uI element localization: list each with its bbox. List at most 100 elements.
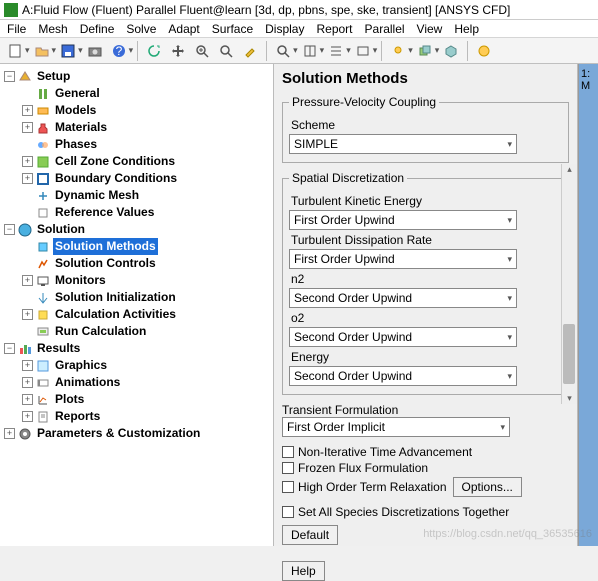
expand-icon[interactable]: + [22,377,33,388]
tree-calcact[interactable]: Calculation Activities [53,306,178,323]
views-button[interactable] [299,40,321,62]
expand-icon[interactable]: + [22,156,33,167]
expand-icon[interactable]: + [22,275,33,286]
tree-plots[interactable]: Plots [53,391,86,408]
tree-refvals[interactable]: Reference Values [53,204,156,221]
chevron-down-icon: ▾ [507,332,512,343]
help-button[interactable]: Help [282,561,325,581]
options-button[interactable]: Options... [453,477,522,497]
tree-graphics[interactable]: Graphics [53,357,109,374]
sd-dropdown-4[interactable]: Second Order Upwind▾ [289,366,517,386]
tree-boundary[interactable]: Boundary Conditions [53,170,179,187]
chevron-down-icon[interactable]: ▾ [320,45,325,56]
default-button[interactable]: Default [282,525,338,545]
outline-tree[interactable]: − Setup General + Models + Materials Phases… [0,64,274,546]
menu-surface[interactable]: Surface [207,20,258,38]
menu-view[interactable]: View [412,20,448,38]
chevron-down-icon[interactable]: ▾ [373,45,378,56]
chevron-down-icon[interactable]: ▾ [52,45,57,56]
scroll-down-icon[interactable]: ▾ [567,393,572,404]
scrollbar-thumb[interactable] [563,324,575,384]
chevron-down-icon[interactable]: ▾ [293,45,298,56]
tree-results[interactable]: Results [35,340,82,357]
expand-icon[interactable]: + [22,411,33,422]
tree-monitors[interactable]: Monitors [53,272,108,289]
tree-reports[interactable]: Reports [53,408,102,425]
graphics-side-tab[interactable]: 1: M [578,64,598,546]
vertical-scrollbar[interactable]: ▴ ▾ [561,164,577,404]
menu-mesh[interactable]: Mesh [33,20,72,38]
menu-solve[interactable]: Solve [121,20,161,38]
sd-dropdown-2[interactable]: Second Order Upwind▾ [289,288,517,308]
open-button[interactable] [31,40,53,62]
lights-button[interactable] [387,40,409,62]
menu-define[interactable]: Define [75,20,120,38]
chevron-down-icon[interactable]: ▾ [25,45,30,56]
expand-icon[interactable]: + [22,105,33,116]
expand-icon[interactable]: + [22,173,33,184]
expand-icon[interactable]: + [22,309,33,320]
chevron-down-icon[interactable]: ▾ [435,45,440,56]
zoom-in-button[interactable] [191,40,213,62]
overlay-button[interactable] [414,40,436,62]
help-toolbar-button[interactable]: ? [108,40,130,62]
chevron-down-icon[interactable]: ▾ [78,45,83,56]
tree-models[interactable]: Models [53,102,98,119]
sd-label-1: Turbulent Dissipation Rate [291,233,562,247]
wireframe-button[interactable] [352,40,374,62]
chk-hotr[interactable]: High Order Term Relaxation [282,480,447,494]
save-button[interactable] [57,40,79,62]
chevron-down-icon[interactable]: ▾ [408,45,413,56]
tree-setup[interactable]: Setup [35,68,72,85]
chk-nita[interactable]: Non-Iterative Time Advancement [282,445,569,459]
sd-dropdown-3[interactable]: Second Order Upwind▾ [289,327,517,347]
probe-button[interactable] [239,40,261,62]
tree-dynmesh[interactable]: Dynamic Mesh [53,187,141,204]
tree-solcontrols[interactable]: Solution Controls [53,255,158,272]
menu-report[interactable]: Report [311,20,357,38]
new-button[interactable] [4,40,26,62]
camera-button[interactable] [84,40,106,62]
chk-ffx[interactable]: Frozen Flux Formulation [282,461,569,475]
reports-icon [36,410,50,424]
tree-materials[interactable]: Materials [53,119,109,136]
tree-runcalc[interactable]: Run Calculation [53,323,148,340]
expand-icon[interactable]: + [4,428,15,439]
tree-solinit[interactable]: Solution Initialization [53,289,178,306]
sd-dropdown-0[interactable]: First Order Upwind▾ [289,210,517,230]
menu-adapt[interactable]: Adapt [163,20,204,38]
tree-params[interactable]: Parameters & Customization [35,425,202,442]
menu-help[interactable]: Help [449,20,484,38]
scheme-label: Scheme [291,118,562,132]
tree-cellzone[interactable]: Cell Zone Conditions [53,153,177,170]
collapse-icon[interactable]: − [4,71,15,82]
expand-icon[interactable]: + [22,394,33,405]
tree-phases[interactable]: Phases [53,136,99,153]
menu-file[interactable]: File [2,20,31,38]
iso-button[interactable] [440,40,462,62]
annotation-button[interactable] [473,40,495,62]
collapse-icon[interactable]: − [4,224,15,235]
rotate-button[interactable] [143,40,165,62]
tree-general[interactable]: General [53,85,102,102]
tree-solmethods[interactable]: Solution Methods [53,238,158,255]
chevron-down-icon[interactable]: ▾ [129,45,134,56]
scroll-up-icon[interactable]: ▴ [567,164,572,175]
chk-setall[interactable]: Set All Species Discretizations Together [282,505,569,519]
expand-icon[interactable]: + [22,360,33,371]
expand-icon[interactable]: + [22,122,33,133]
zoom-box-button[interactable] [215,40,237,62]
scheme-dropdown[interactable]: SIMPLE▾ [289,134,517,154]
tf-dropdown[interactable]: First Order Implicit▾ [282,417,510,437]
menu-display[interactable]: Display [260,20,309,38]
menu-parallel[interactable]: Parallel [360,20,410,38]
pan-button[interactable] [167,40,189,62]
models-icon [36,104,50,118]
collapse-icon[interactable]: − [4,343,15,354]
tree-solution[interactable]: Solution [35,221,87,238]
tree-animations[interactable]: Animations [53,374,122,391]
chevron-down-icon[interactable]: ▾ [346,45,351,56]
align-button[interactable] [325,40,347,62]
fit-button[interactable] [272,40,294,62]
sd-dropdown-1[interactable]: First Order Upwind▾ [289,249,517,269]
